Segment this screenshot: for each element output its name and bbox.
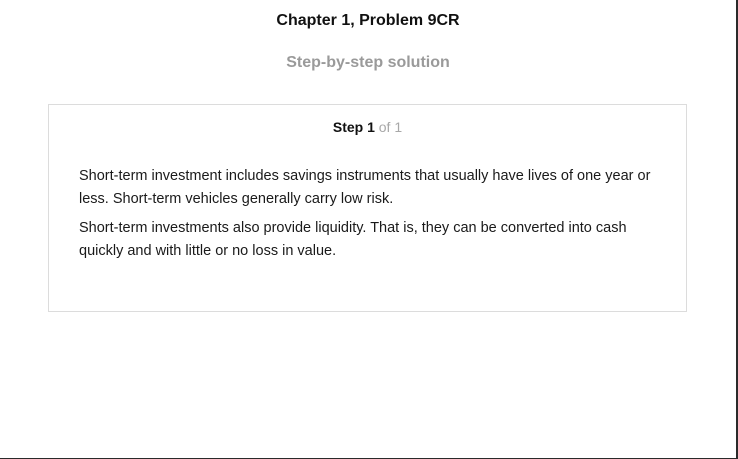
step-paragraph: Short-term investment includes savings i… [79,168,651,207]
page-title: Chapter 1, Problem 9CR [276,12,460,29]
solution-subtitle: Step-by-step solution [286,54,450,71]
step-label: Step 1 [332,119,375,135]
step-header: Step 1 of 1 [49,119,686,135]
step-card: Step 1 of 1 Short-term investment includ… [48,104,687,312]
step-count: of 1 [378,119,403,135]
step-body: Short-term investment includes savings i… [79,165,659,269]
step-paragraph: Short-term investments also provide liqu… [79,220,627,259]
